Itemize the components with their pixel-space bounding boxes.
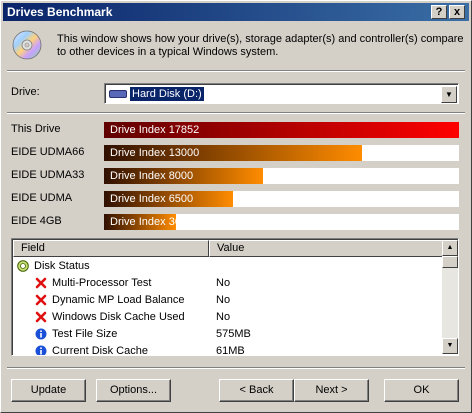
row-field: Windows Disk Cache Used [52, 311, 185, 323]
row-field: Dynamic MP Load Balance [52, 294, 185, 306]
benchmark-label: EIDE UDMA66 [11, 146, 85, 158]
scroll-thumb[interactable] [442, 256, 458, 268]
window-title: Drives Benchmark [7, 5, 113, 19]
drive-label: Drive: [11, 86, 40, 98]
table-row[interactable]: Windows Disk Cache Used No [13, 309, 443, 326]
table-row[interactable]: Dynamic MP Load Balance No [13, 292, 443, 309]
row-field: Disk Status [34, 260, 90, 272]
row-value: No [216, 277, 231, 289]
benchmark-bar-track: Drive Index 17852 [104, 122, 459, 138]
info-icon [35, 345, 47, 355]
status-circle-icon [17, 260, 29, 272]
benchmark-bar-text: Drive Index 8000 [110, 170, 194, 182]
benchmark-label: EIDE UDMA [11, 192, 73, 204]
red-x-icon [35, 294, 47, 306]
separator [7, 112, 465, 114]
benchmark-bar-track: Drive Index 8000 [104, 168, 459, 184]
benchmark-bar-track: Drive Index 13000 [104, 145, 459, 161]
benchmark-bar-text: Drive Index 17852 [110, 124, 200, 136]
benchmark-label: EIDE 4GB [11, 215, 62, 227]
red-x-icon [35, 311, 47, 323]
scroll-down-icon[interactable]: ▼ [442, 338, 458, 354]
header-description: This window shows how your drive(s), sto… [57, 33, 464, 58]
benchmark-bar-track: Drive Index 3600 [104, 214, 459, 230]
row-field: Test File Size [52, 328, 118, 340]
benchmark-bar-text: Drive Index 6500 [110, 193, 194, 205]
update-button[interactable]: Update [11, 379, 86, 402]
help-button[interactable]: ? [431, 5, 447, 19]
row-field: Current Disk Cache [52, 345, 148, 355]
benchmark-label: EIDE UDMA33 [11, 169, 85, 181]
column-header-field[interactable]: Field [13, 240, 209, 257]
column-header-value[interactable]: Value [209, 240, 443, 257]
close-button[interactable]: x [449, 5, 465, 19]
separator [7, 70, 465, 72]
row-value: No [216, 311, 231, 323]
benchmark-bar-text: Drive Index 13000 [110, 147, 200, 159]
next-button[interactable]: Next > [294, 379, 369, 402]
title-bar[interactable]: Drives Benchmark ? x [3, 3, 469, 21]
row-value: 61MB [216, 345, 245, 355]
cd-disc-icon [12, 30, 42, 60]
benchmark-bar-track: Drive Index 6500 [104, 191, 459, 207]
separator [7, 367, 465, 369]
scroll-up-icon[interactable]: ▲ [442, 240, 458, 256]
chevron-down-icon[interactable]: ▼ [441, 86, 457, 103]
row-value: 575MB [216, 328, 251, 340]
table-row[interactable]: Multi-Processor Test No [13, 275, 443, 292]
benchmark-window: Drives Benchmark ? x This window shows h… [0, 0, 472, 413]
row-field: Multi-Processor Test [52, 277, 152, 289]
info-icon [35, 328, 47, 340]
benchmark-label: This Drive [11, 123, 61, 135]
drive-selected-value: Hard Disk (D:) [129, 86, 205, 102]
back-button[interactable]: < Back [219, 379, 294, 402]
table-row[interactable]: Current Disk Cache 61MB [13, 343, 443, 355]
hard-disk-icon [109, 90, 127, 98]
drive-select[interactable]: Hard Disk (D:) ▼ [104, 83, 459, 104]
row-value: No [216, 294, 231, 306]
options-button[interactable]: Options... [96, 379, 171, 402]
red-x-icon [35, 277, 47, 289]
vertical-scrollbar[interactable]: ▲ ▼ [442, 240, 458, 354]
ok-button[interactable]: OK [384, 379, 459, 402]
details-list[interactable]: Field Value Disk Status Multi-Processor T… [11, 238, 459, 356]
benchmark-bar-text: Drive Index 3600 [110, 216, 194, 228]
table-row[interactable]: Disk Status [13, 258, 443, 275]
table-row[interactable]: Test File Size 575MB [13, 326, 443, 343]
